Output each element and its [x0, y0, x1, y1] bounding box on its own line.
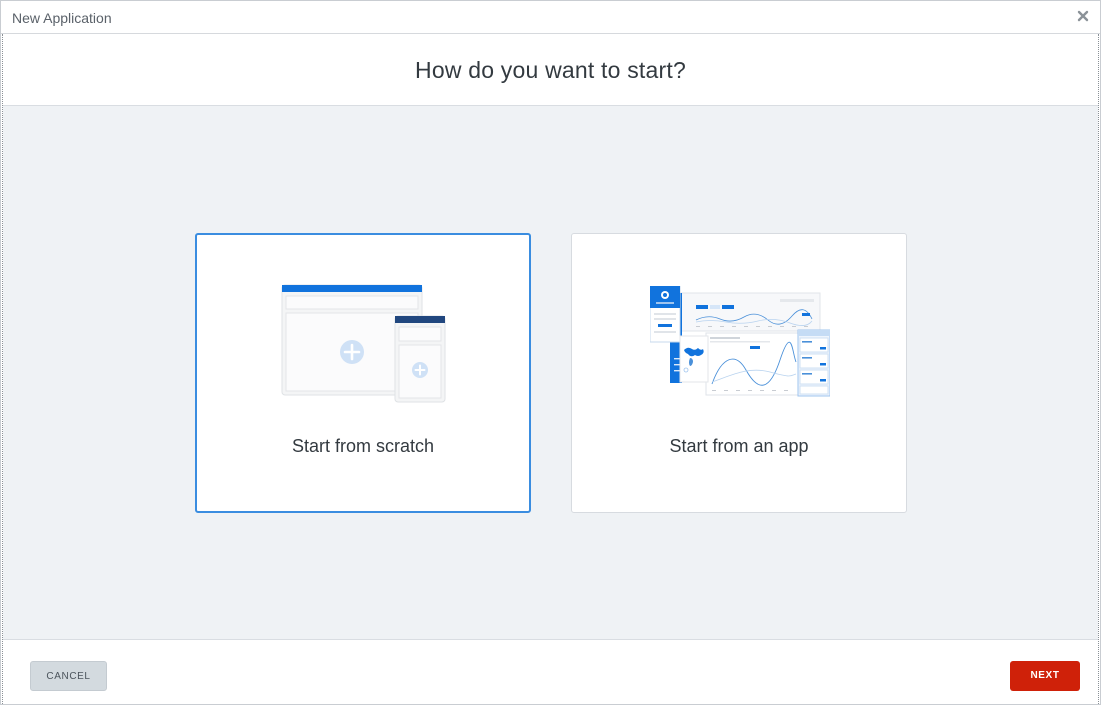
app-screens-illustration — [650, 286, 830, 397]
start-from-an-app-label: Start from an app — [669, 436, 809, 456]
heading-bar: How do you want to start? — [3, 35, 1098, 106]
page-title: How do you want to start? — [415, 57, 686, 83]
new-application-dialog: New Application How do you want to start… — [0, 0, 1101, 705]
start-from-an-app-card[interactable]: Start from an app — [571, 233, 907, 513]
next-button[interactable]: NEXT — [1010, 661, 1080, 691]
start-from-scratch-label: Start from scratch — [291, 436, 435, 456]
blank-layout-illustration — [281, 284, 446, 403]
dialog-footer: CANCEL NEXT — [3, 639, 1098, 704]
close-icon[interactable] — [1076, 9, 1090, 23]
title-bar: New Application — [1, 1, 1100, 34]
window-title: New Application — [12, 10, 112, 26]
start-options-panel: Start from scratch Start from an app — [3, 106, 1098, 639]
cancel-button[interactable]: CANCEL — [30, 661, 107, 691]
start-from-scratch-card[interactable]: Start from scratch — [195, 233, 531, 513]
